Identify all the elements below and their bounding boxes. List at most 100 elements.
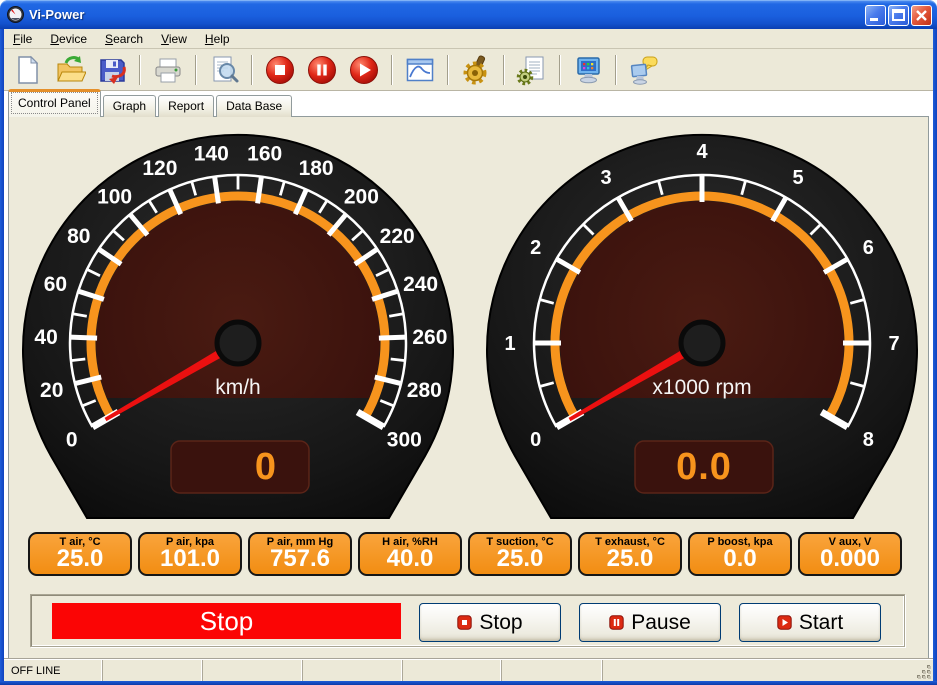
sensor-t-suction: T suction, °C25.0 [468, 532, 572, 576]
minimize-icon [866, 6, 885, 25]
tachometer-gauge: 012345678x1000 rpm0.0 [484, 126, 920, 526]
svg-text:140: 140 [194, 142, 229, 165]
play-record-icon [348, 54, 380, 86]
window-title: Vi-Power [29, 7, 84, 22]
start-record-button[interactable] [346, 52, 382, 88]
display-settings-button[interactable] [570, 52, 606, 88]
svg-text:300: 300 [387, 429, 422, 452]
gauge-unit-label: km/h [215, 376, 261, 399]
stop-button[interactable]: Stop [419, 603, 561, 642]
svg-text:120: 120 [142, 157, 177, 180]
speedometer-gauge: 0204060801001201401601802002202402602803… [20, 126, 456, 526]
maximize-button[interactable] [888, 5, 909, 26]
settings-button[interactable] [458, 52, 494, 88]
menu-bar: File Device Search View Help [4, 29, 933, 49]
maximize-icon [889, 6, 908, 25]
window-border-right [933, 29, 937, 681]
pause-record-button[interactable] [304, 52, 340, 88]
sensor-t-air: T air, °C25.0 [28, 532, 132, 576]
gauge-unit-label: x1000 rpm [652, 376, 751, 399]
svg-text:6: 6 [863, 237, 874, 259]
status-panel [103, 660, 203, 682]
toolbar-separator [391, 55, 393, 85]
resize-grip[interactable] [919, 667, 931, 679]
status-panel [603, 660, 933, 682]
save-file-button[interactable] [94, 52, 130, 88]
control-button-panel: Stop Stop Pause Start [30, 594, 905, 647]
save-floppy-icon [96, 54, 128, 86]
menu-file[interactable]: File [4, 30, 41, 48]
settings-gear-icon [460, 54, 492, 86]
menu-device[interactable]: Device [41, 30, 96, 48]
close-button[interactable] [911, 5, 932, 26]
svg-text:160: 160 [247, 142, 282, 165]
open-folder-icon [54, 54, 86, 86]
svg-text:8: 8 [863, 429, 874, 451]
print-button[interactable] [150, 52, 186, 88]
tab-data-base[interactable]: Data Base [216, 95, 292, 117]
toolbar-separator [503, 55, 505, 85]
window-border-bottom [0, 681, 937, 685]
sensor-t-exhaust: T exhaust, °C25.0 [578, 532, 682, 576]
status-bar: OFF LINE [4, 659, 933, 682]
report-settings-icon [516, 54, 548, 86]
svg-text:7: 7 [888, 333, 899, 355]
sensor-p-boost: P boost, kpa0.0 [688, 532, 792, 576]
svg-text:180: 180 [299, 157, 334, 180]
gauge-digital-display [171, 441, 309, 493]
start-button[interactable]: Start [739, 603, 881, 642]
remote-connection-button[interactable] [626, 52, 662, 88]
menu-search[interactable]: Search [96, 30, 152, 48]
pause-record-icon [306, 54, 338, 86]
svg-text:260: 260 [412, 326, 447, 349]
svg-text:3: 3 [600, 167, 611, 189]
svg-text:220: 220 [380, 225, 415, 248]
tab-bar: Control Panel Graph Report Data Base [8, 92, 933, 117]
toolbar-separator [251, 55, 253, 85]
tab-report[interactable]: Report [158, 95, 214, 117]
window-border-left [0, 29, 4, 681]
stop-button-icon [457, 615, 472, 630]
computer-chat-icon [628, 54, 660, 86]
graph-window-button[interactable] [402, 52, 438, 88]
preview-magnifier-icon [208, 54, 240, 86]
toolbar-separator [139, 55, 141, 85]
sensor-readout-row: T air, °C25.0 P air, kpa101.0 P air, mm … [28, 532, 906, 580]
menu-help[interactable]: Help [196, 30, 239, 48]
app-window: Vi-Power File Device Search View Help [0, 0, 937, 685]
svg-text:2: 2 [530, 237, 541, 259]
new-document-button[interactable] [10, 52, 46, 88]
close-icon [912, 6, 931, 25]
tab-control-panel[interactable]: Control Panel [8, 89, 101, 117]
open-file-button[interactable] [52, 52, 88, 88]
print-preview-button[interactable] [206, 52, 242, 88]
gauge-hub [217, 322, 259, 364]
new-document-icon [12, 54, 44, 86]
svg-text:4: 4 [696, 141, 708, 163]
gauge-display-value: 0.0 [676, 446, 732, 488]
sensor-p-air-kpa: P air, kpa101.0 [138, 532, 242, 576]
status-panel [303, 660, 403, 682]
sensor-h-air: H air, %RH40.0 [358, 532, 462, 576]
graph-window-icon [404, 54, 436, 86]
svg-text:0: 0 [530, 429, 541, 451]
title-bar[interactable]: Vi-Power [0, 0, 937, 29]
svg-text:200: 200 [344, 186, 379, 209]
gauge-hub [681, 322, 723, 364]
status-banner: Stop [52, 603, 401, 639]
svg-text:240: 240 [403, 273, 438, 296]
pause-button[interactable]: Pause [579, 603, 721, 642]
tab-graph[interactable]: Graph [103, 95, 156, 117]
stop-record-button[interactable] [262, 52, 298, 88]
svg-text:80: 80 [67, 225, 90, 248]
svg-text:20: 20 [40, 379, 63, 402]
toolbar-separator [559, 55, 561, 85]
report-settings-button[interactable] [514, 52, 550, 88]
svg-text:100: 100 [97, 186, 132, 209]
sensor-p-air-mmhg: P air, mm Hg757.6 [248, 532, 352, 576]
start-button-icon [777, 615, 792, 630]
status-panel [403, 660, 502, 682]
svg-text:60: 60 [44, 273, 67, 296]
menu-view[interactable]: View [152, 30, 196, 48]
minimize-button[interactable] [865, 5, 886, 26]
